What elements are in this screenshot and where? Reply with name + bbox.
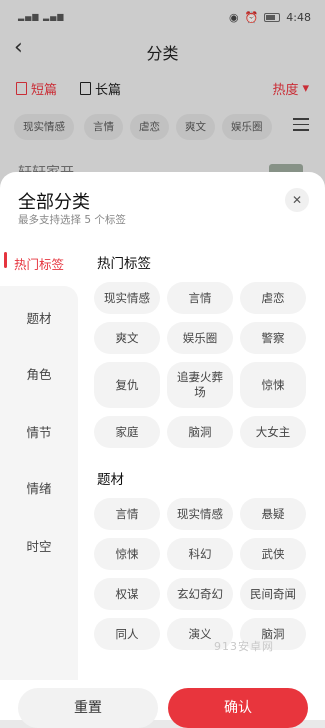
tag-chip[interactable]: 科幻 (167, 538, 233, 570)
tag-chip[interactable]: 家庭 (94, 416, 160, 448)
action-bar: 重置 确认 (0, 680, 325, 728)
side-nav-item-plot[interactable]: 情节 (0, 422, 78, 441)
tag-chip[interactable]: 复仇 (94, 362, 160, 408)
tag-chip[interactable]: 言情 (167, 282, 233, 314)
tag-chip[interactable]: 民间奇闻 (240, 578, 306, 610)
reset-button[interactable]: 重置 (18, 688, 158, 728)
section-title-hot: 热门标签 (97, 256, 151, 272)
tag-chip[interactable]: 虐恋 (240, 282, 306, 314)
tag-chip[interactable]: 惊悚 (240, 362, 306, 408)
side-nav-item-theme[interactable]: 题材 (0, 308, 78, 327)
side-nav-item-role[interactable]: 角色 (0, 364, 78, 383)
tag-chip[interactable]: 悬疑 (240, 498, 306, 530)
tag-chip[interactable]: 现实情感 (167, 498, 233, 530)
tag-chip[interactable]: 惊悚 (94, 538, 160, 570)
side-nav: 热门标签 题材 角色 情节 情绪 时空 (0, 242, 78, 720)
tag-chip[interactable]: 武侠 (240, 538, 306, 570)
sheet-title: 全部分类 (18, 192, 90, 213)
side-nav-item-era[interactable]: 时空 (0, 536, 78, 555)
tag-chip[interactable]: 警察 (240, 322, 306, 354)
tag-chip[interactable]: 爽文 (94, 322, 160, 354)
tag-chip[interactable]: 言情 (94, 498, 160, 530)
watermark: 913安卓网 (214, 640, 274, 653)
confirm-button[interactable]: 确认 (168, 688, 308, 728)
tag-chip[interactable]: 现实情感 (94, 282, 160, 314)
tag-chip[interactable]: 脑洞 (167, 416, 233, 448)
sheet-subtitle: 最多支持选择 5 个标签 (18, 214, 126, 226)
tag-chip[interactable]: 权谋 (94, 578, 160, 610)
category-sheet: 全部分类 最多支持选择 5 个标签 ✕ 热门标签 题材 角色 情节 情绪 时空 … (0, 172, 325, 720)
tag-chip[interactable]: 同人 (94, 618, 160, 650)
side-nav-item-mood[interactable]: 情绪 (0, 478, 78, 497)
side-nav-list: 题材 角色 情节 情绪 时空 (0, 286, 78, 720)
close-icon[interactable]: ✕ (285, 188, 309, 212)
tag-chip[interactable]: 大女主 (240, 416, 306, 448)
side-nav-item-hot[interactable]: 热门标签 (0, 254, 78, 273)
section-title-theme: 题材 (97, 472, 124, 488)
tag-chip[interactable]: 玄幻奇幻 (167, 578, 233, 610)
tag-chip[interactable]: 追妻火葬场 (167, 362, 233, 408)
tag-chip[interactable]: 娱乐圈 (167, 322, 233, 354)
tag-content: 热门标签 现实情感 言情 虐恋 爽文 娱乐圈 警察 复仇 追妻火葬场 惊悚 家庭… (94, 242, 325, 652)
